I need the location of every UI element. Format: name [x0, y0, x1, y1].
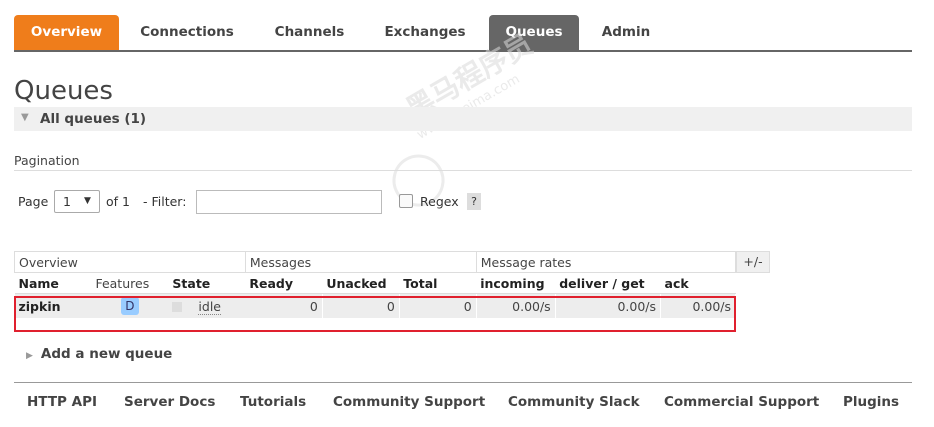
deliver-get-rate: 0.00/s — [555, 293, 662, 318]
tab-channels[interactable]: Channels — [257, 15, 362, 50]
feature-cell: D — [91, 293, 169, 318]
col-total[interactable]: Total — [399, 272, 477, 294]
header-row: Name Features State Ready Unacked Total … — [14, 272, 736, 294]
total-value: 0 — [399, 293, 477, 318]
column-toggle-button[interactable]: +/- — [736, 251, 770, 273]
help-button[interactable]: ? — [467, 193, 481, 210]
unacked-value: 0 — [322, 293, 400, 318]
page-select-value: 1 — [63, 194, 71, 209]
footer-link-server-docs[interactable]: Server Docs — [124, 394, 215, 410]
page-select[interactable]: 1 ▼ — [54, 190, 100, 213]
footer-link-tutorials[interactable]: Tutorials — [240, 394, 306, 410]
footer-link-plugins[interactable]: Plugins — [843, 394, 899, 410]
state-indicator-icon — [172, 302, 183, 312]
footer: HTTP API Server Docs Tutorials Community… — [14, 394, 912, 414]
col-ready[interactable]: Ready — [245, 272, 323, 294]
filter-label: - Filter: — [143, 194, 187, 209]
add-queue-label: Add a new queue — [40, 346, 173, 362]
regex-label: Regex — [420, 194, 459, 209]
main-nav: Overview Connections Channels Exchanges … — [14, 15, 912, 52]
section-label: All queues (1) — [40, 111, 147, 127]
table-row[interactable]: zipkin D idle 0 0 0 0.00/s 0.00/s 0.00/s — [14, 293, 736, 318]
filter-input[interactable] — [196, 190, 382, 214]
state-value: idle — [198, 298, 221, 315]
col-incoming[interactable]: incoming — [476, 272, 556, 294]
page-of-label: of 1 — [106, 194, 130, 209]
expand-triangle-icon: ▶ — [26, 351, 33, 361]
queue-name-link[interactable]: zipkin — [14, 293, 92, 318]
pagination-heading: Pagination — [14, 153, 80, 168]
add-queue-toggle[interactable]: ▶ Add a new queue — [26, 346, 172, 362]
all-queues-section-toggle[interactable]: ▼ All queues (1) — [14, 107, 912, 131]
col-state[interactable]: State — [168, 272, 246, 294]
footer-link-commercial-support[interactable]: Commercial Support — [664, 394, 819, 410]
footer-divider — [14, 382, 912, 383]
col-unacked[interactable]: Unacked — [322, 272, 400, 294]
regex-checkbox[interactable] — [399, 194, 413, 208]
divider — [14, 170, 912, 171]
tab-queues[interactable]: Queues — [489, 15, 579, 50]
state-cell: idle — [168, 293, 246, 318]
tab-overview[interactable]: Overview — [14, 15, 119, 50]
footer-link-community-slack[interactable]: Community Slack — [508, 394, 640, 410]
footer-link-community-support[interactable]: Community Support — [333, 394, 485, 410]
ack-rate: 0.00/s — [660, 293, 736, 318]
col-deliver-get[interactable]: deliver / get — [555, 272, 661, 294]
tab-connections[interactable]: Connections — [127, 15, 247, 50]
group-overview: Overview — [14, 251, 246, 273]
ready-value: 0 — [245, 293, 323, 318]
dropdown-arrow-icon: ▼ — [84, 196, 91, 206]
tab-exchanges[interactable]: Exchanges — [370, 15, 480, 50]
group-message-rates: Message rates — [475, 251, 737, 273]
tab-admin[interactable]: Admin — [586, 15, 666, 50]
queues-table: Overview Messages Message rates Name Fea… — [14, 251, 737, 318]
column-group-row: Overview Messages Message rates — [14, 251, 737, 273]
group-messages: Messages — [244, 251, 477, 273]
col-name[interactable]: Name — [14, 272, 92, 294]
incoming-rate: 0.00/s — [476, 293, 556, 318]
collapse-triangle-icon: ▼ — [21, 112, 29, 123]
footer-link-http-api[interactable]: HTTP API — [27, 394, 97, 410]
durable-badge: D — [120, 297, 139, 315]
col-features: Features — [91, 272, 169, 294]
page-title: Queues — [14, 76, 113, 106]
page-label: Page — [18, 194, 49, 209]
col-ack[interactable]: ack — [660, 272, 736, 294]
